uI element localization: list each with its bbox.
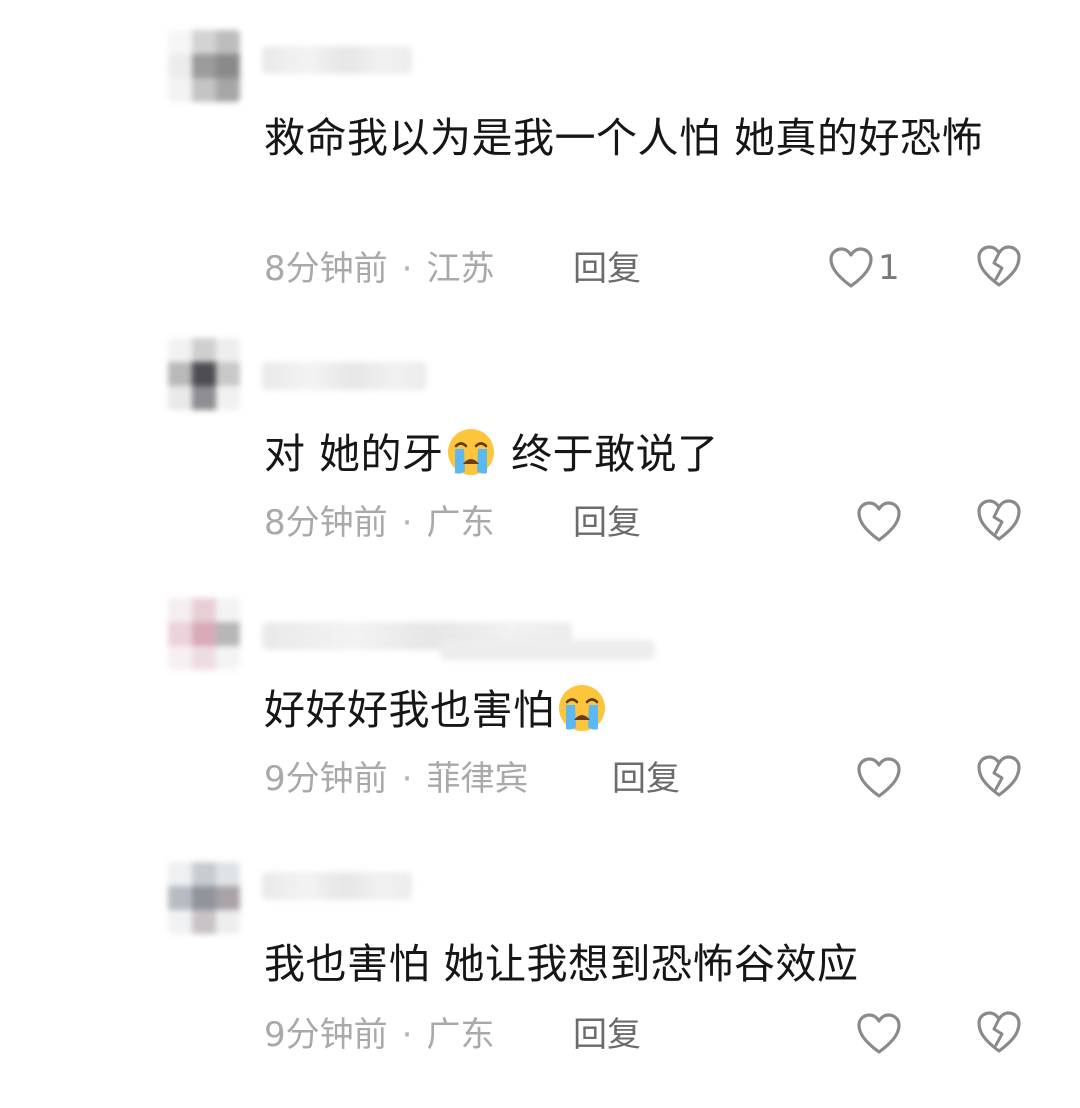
comment-text: 救命我以为是我一个人怕 她真的好恐怖 bbox=[264, 114, 984, 162]
comment-text: 好好好我也害怕 bbox=[264, 680, 1014, 740]
reply-button[interactable]: 回复 bbox=[573, 498, 641, 548]
broken-heart-icon bbox=[977, 499, 1021, 541]
like-button[interactable] bbox=[856, 1008, 902, 1060]
comment-time: 9分钟前 bbox=[264, 1015, 388, 1055]
broken-heart-icon bbox=[977, 245, 1021, 287]
dislike-button[interactable] bbox=[975, 243, 1023, 289]
separator-dot: · bbox=[401, 503, 413, 543]
avatar[interactable] bbox=[168, 598, 240, 670]
separator-dot: · bbox=[401, 249, 413, 289]
broken-heart-icon bbox=[977, 755, 1021, 797]
comment-time: 9分钟前 bbox=[264, 759, 388, 799]
comment-text-part: 好好好我也害怕 bbox=[264, 686, 555, 734]
heart-outline-icon bbox=[829, 247, 873, 288]
broken-heart-icon bbox=[977, 1011, 1021, 1053]
comment-text: 对 她的牙 终于敢说了 bbox=[264, 424, 1014, 484]
heart-outline-icon bbox=[857, 501, 901, 542]
heart-outline-icon bbox=[857, 1013, 901, 1054]
username-blurred bbox=[440, 640, 655, 660]
comment-location: 广东 bbox=[426, 503, 495, 543]
avatar[interactable] bbox=[168, 862, 240, 934]
loudly-crying-face-icon bbox=[447, 429, 494, 475]
comment-meta: 9分钟前 · 广东 bbox=[264, 1010, 494, 1060]
reply-button[interactable]: 回复 bbox=[573, 244, 641, 294]
comment-meta: 9分钟前 · 菲律宾 bbox=[264, 754, 528, 804]
reply-button[interactable]: 回复 bbox=[612, 754, 680, 804]
reply-button[interactable]: 回复 bbox=[573, 1010, 641, 1060]
dislike-button[interactable] bbox=[975, 1009, 1023, 1055]
username-blurred[interactable] bbox=[262, 872, 412, 900]
comment-text: 我也害怕 她让我想到恐怖谷效应 bbox=[264, 940, 859, 988]
comment-location: 江苏 bbox=[426, 249, 495, 289]
username-blurred[interactable] bbox=[262, 362, 427, 390]
comment-meta: 8分钟前 · 江苏 bbox=[264, 244, 494, 294]
comment-text-part: 对 她的牙 bbox=[264, 430, 444, 478]
like-count: 1 bbox=[878, 248, 900, 288]
comment-meta: 8分钟前 · 广东 bbox=[264, 498, 494, 548]
heart-outline-icon bbox=[857, 757, 901, 798]
comment-location: 广东 bbox=[426, 1015, 495, 1055]
comment-text-part: 终于敢说了 bbox=[497, 430, 719, 478]
avatar[interactable] bbox=[168, 30, 240, 102]
loudly-crying-face-icon bbox=[558, 685, 605, 731]
separator-dot: · bbox=[401, 759, 413, 799]
separator-dot: · bbox=[401, 1015, 413, 1055]
like-button[interactable] bbox=[856, 752, 902, 804]
avatar[interactable] bbox=[168, 338, 240, 410]
comment-time: 8分钟前 bbox=[264, 503, 388, 543]
username-blurred[interactable] bbox=[262, 46, 412, 74]
dislike-button[interactable] bbox=[975, 753, 1023, 799]
comment-location: 菲律宾 bbox=[426, 759, 529, 799]
like-button[interactable] bbox=[856, 496, 902, 548]
like-button[interactable]: 1 bbox=[828, 242, 900, 294]
dislike-button[interactable] bbox=[975, 497, 1023, 543]
comment-time: 8分钟前 bbox=[264, 249, 388, 289]
